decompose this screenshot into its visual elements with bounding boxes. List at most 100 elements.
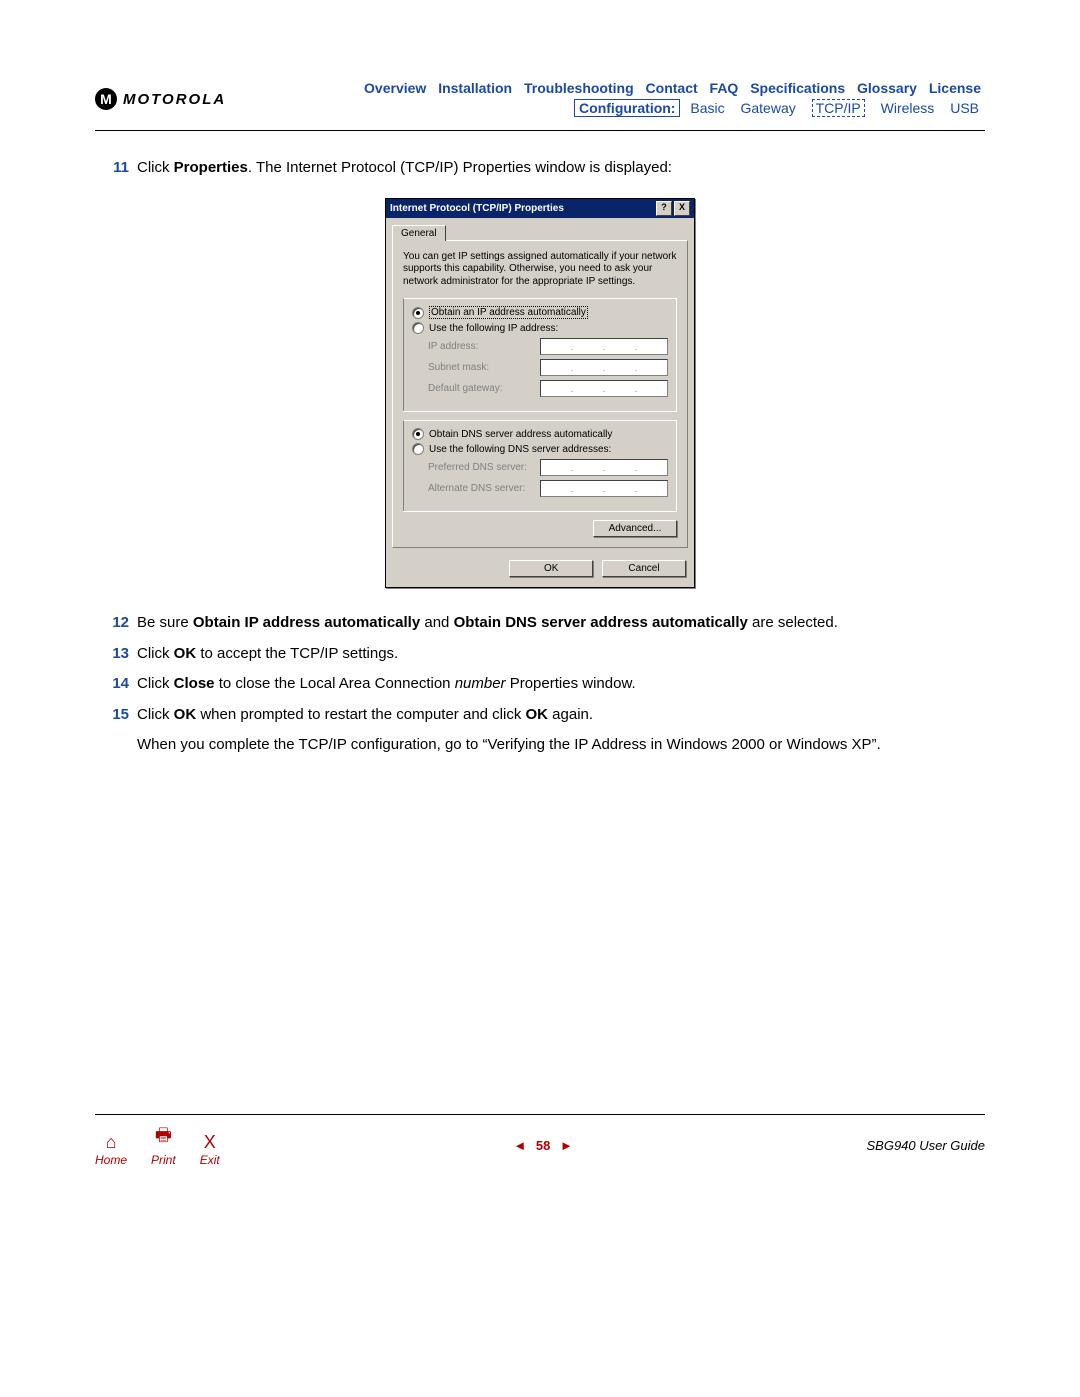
step-14: 14 Click Close to close the Local Area C… bbox=[95, 673, 985, 696]
step-text: and bbox=[420, 614, 453, 631]
nav-faq[interactable]: FAQ bbox=[710, 80, 739, 96]
footer-divider bbox=[95, 1114, 985, 1115]
step-bold: Obtain IP address automatically bbox=[193, 614, 420, 631]
step-bold: OK bbox=[174, 645, 197, 662]
footer-exit-label: Exit bbox=[200, 1153, 220, 1167]
motorola-icon: M bbox=[95, 88, 117, 110]
step-text: Click bbox=[137, 159, 174, 176]
prev-page-arrow[interactable]: ◄ bbox=[513, 1138, 526, 1153]
dns-group: Obtain DNS server address automatically … bbox=[403, 420, 677, 512]
radio-use-ip[interactable] bbox=[412, 322, 424, 334]
tcpip-properties-dialog: Internet Protocol (TCP/IP) Properties ? … bbox=[385, 198, 695, 589]
closing-b: . bbox=[877, 736, 881, 753]
step-bold: OK bbox=[526, 706, 549, 723]
dialog-titlebar: Internet Protocol (TCP/IP) Properties ? … bbox=[386, 199, 694, 218]
input-alternate-dns[interactable]: ... bbox=[540, 480, 668, 497]
step-text: to close the Local Area Connection bbox=[215, 675, 455, 692]
nav-license[interactable]: License bbox=[929, 80, 981, 96]
step-italic: number bbox=[455, 675, 506, 692]
next-page-arrow[interactable]: ► bbox=[560, 1138, 573, 1153]
step-text: Click bbox=[137, 706, 174, 723]
step-11: 11 Click Properties. The Internet Protoc… bbox=[95, 157, 985, 180]
step-text: Click bbox=[137, 675, 174, 692]
step-number: 15 bbox=[95, 704, 137, 727]
dialog-close-button[interactable]: X bbox=[674, 201, 690, 216]
nav-overview[interactable]: Overview bbox=[364, 80, 426, 96]
step-text: to accept the TCP/IP settings. bbox=[196, 645, 398, 662]
step-number: 13 bbox=[95, 643, 137, 666]
label-default-gateway: Default gateway: bbox=[428, 383, 540, 394]
radio-use-dns-label: Use the following DNS server addresses: bbox=[429, 444, 611, 455]
nav-specifications[interactable]: Specifications bbox=[750, 80, 845, 96]
step-number: 12 bbox=[95, 612, 137, 635]
label-subnet-mask: Subnet mask: bbox=[428, 362, 540, 373]
step-13: 13 Click OK to accept the TCP/IP setting… bbox=[95, 643, 985, 666]
ip-group: Obtain an IP address automatically Use t… bbox=[403, 298, 677, 412]
nav-sub: Configuration: Basic Gateway TCP/IP Wire… bbox=[226, 100, 985, 116]
dialog-title-text: Internet Protocol (TCP/IP) Properties bbox=[390, 203, 654, 214]
subnav-gateway[interactable]: Gateway bbox=[740, 100, 795, 116]
subnav-tcpip[interactable]: TCP/IP bbox=[812, 99, 865, 117]
page-number: 58 bbox=[536, 1138, 550, 1153]
radio-obtain-ip[interactable] bbox=[412, 307, 424, 319]
radio-obtain-ip-label: Obtain an IP address automatically bbox=[429, 306, 588, 319]
step-text: . The Internet Protocol (TCP/IP) Propert… bbox=[248, 159, 672, 176]
dialog-help-button[interactable]: ? bbox=[656, 201, 672, 216]
step-text: Be sure bbox=[137, 614, 193, 631]
closing-link[interactable]: “Verifying the IP Address in Windows 200… bbox=[482, 736, 876, 753]
input-default-gateway[interactable]: ... bbox=[540, 380, 668, 397]
cancel-button[interactable]: Cancel bbox=[602, 560, 686, 577]
tab-general[interactable]: General bbox=[392, 225, 446, 241]
label-ip-address: IP address: bbox=[428, 341, 540, 352]
input-subnet-mask[interactable]: ... bbox=[540, 359, 668, 376]
nav-contact[interactable]: Contact bbox=[646, 80, 698, 96]
closing-a: When you complete the TCP/IP configurati… bbox=[137, 736, 482, 753]
step-number: 14 bbox=[95, 673, 137, 696]
nav-top: Overview Installation Troubleshooting Co… bbox=[226, 80, 985, 96]
nav-troubleshooting[interactable]: Troubleshooting bbox=[524, 80, 634, 96]
nav-configuration-label: Configuration: bbox=[574, 99, 680, 117]
exit-icon: X bbox=[200, 1132, 220, 1153]
advanced-button[interactable]: Advanced... bbox=[593, 520, 677, 537]
guide-title: SBG940 User Guide bbox=[866, 1138, 985, 1153]
brand-text: MOTOROLA bbox=[123, 91, 226, 108]
dialog-description: You can get IP settings assigned automat… bbox=[403, 251, 677, 289]
step-text: are selected. bbox=[748, 614, 838, 631]
step-text: again. bbox=[548, 706, 593, 723]
step-text: Properties window. bbox=[506, 675, 636, 692]
subnav-basic[interactable]: Basic bbox=[690, 100, 724, 116]
step-bold: Properties bbox=[174, 159, 248, 176]
brand-logo: M MOTOROLA bbox=[95, 80, 226, 110]
radio-use-dns[interactable] bbox=[412, 443, 424, 455]
step-text: Click bbox=[137, 645, 174, 662]
step-bold: OK bbox=[174, 706, 197, 723]
label-preferred-dns: Preferred DNS server: bbox=[428, 462, 540, 473]
closing-text: When you complete the TCP/IP configurati… bbox=[137, 734, 985, 757]
page-navigator: ◄ 58 ► bbox=[220, 1138, 867, 1153]
nav-installation[interactable]: Installation bbox=[438, 80, 512, 96]
subnav-wireless[interactable]: Wireless bbox=[881, 100, 935, 116]
step-15: 15 Click OK when prompted to restart the… bbox=[95, 704, 985, 727]
step-text: when prompted to restart the computer an… bbox=[196, 706, 525, 723]
footer-exit[interactable]: X Exit bbox=[200, 1132, 220, 1167]
radio-obtain-dns-label: Obtain DNS server address automatically bbox=[429, 429, 612, 440]
footer-print-label: Print bbox=[151, 1153, 176, 1167]
header-divider bbox=[95, 130, 985, 131]
nav-glossary[interactable]: Glossary bbox=[857, 80, 917, 96]
footer-print[interactable]: 🖶 Print bbox=[151, 1123, 176, 1167]
input-ip-address[interactable]: ... bbox=[540, 338, 668, 355]
step-number: 11 bbox=[95, 157, 137, 180]
footer-home[interactable]: ⌂ Home bbox=[95, 1132, 127, 1167]
step-bold: Obtain DNS server address automatically bbox=[454, 614, 748, 631]
print-icon: 🖶 bbox=[151, 1123, 176, 1153]
radio-use-ip-label: Use the following IP address: bbox=[429, 323, 558, 334]
step-12: 12 Be sure Obtain IP address automatical… bbox=[95, 612, 985, 635]
radio-obtain-dns[interactable] bbox=[412, 428, 424, 440]
subnav-usb[interactable]: USB bbox=[950, 100, 979, 116]
footer-home-label: Home bbox=[95, 1153, 127, 1167]
page-footer: ⌂ Home 🖶 Print X Exit ◄ 58 ► SBG940 User… bbox=[95, 1106, 985, 1167]
input-preferred-dns[interactable]: ... bbox=[540, 459, 668, 476]
home-icon: ⌂ bbox=[95, 1132, 127, 1153]
label-alternate-dns: Alternate DNS server: bbox=[428, 483, 540, 494]
ok-button[interactable]: OK bbox=[509, 560, 593, 577]
